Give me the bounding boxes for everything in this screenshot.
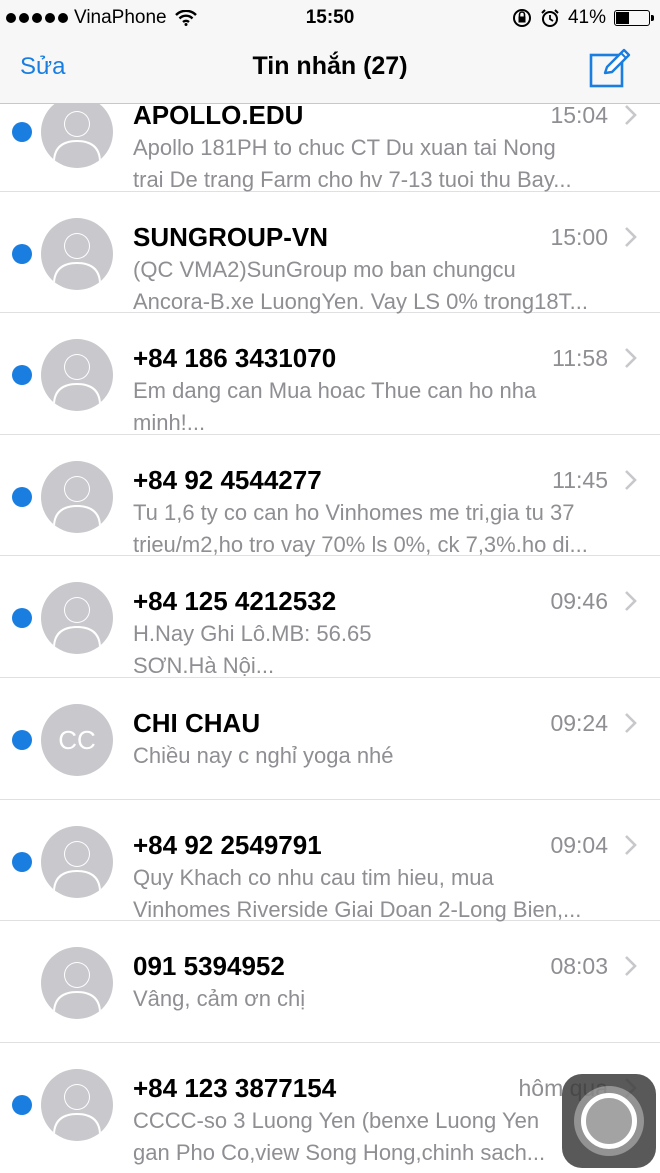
sender-name: +84 92 2549791	[133, 829, 322, 860]
avatar-initials: CC	[58, 724, 96, 755]
sender-name: 091 5394952	[133, 951, 285, 982]
sender-name: SUNGROUP-VN	[133, 221, 329, 252]
message-time: 09:04	[550, 831, 608, 858]
rotation-lock-icon	[512, 9, 531, 27]
avatar	[41, 217, 113, 290]
message-preview: Tu 1,6 ty co can ho Vinhomes me tri,gia …	[133, 497, 633, 561]
chevron-right-icon	[625, 469, 637, 490]
conversation-row[interactable]: +84 186 3431070 11:58 Em dang can Mua hoac…	[0, 313, 660, 435]
sender-name: +84 123 3877154	[133, 1072, 337, 1103]
person-icon	[53, 111, 101, 162]
alarm-icon	[541, 9, 559, 27]
page-title: Tin nhắn (27)	[252, 52, 408, 80]
sender-name: +84 186 3431070	[133, 343, 337, 374]
avatar: CC	[41, 703, 113, 776]
chevron-right-icon	[625, 591, 637, 612]
conversation-row[interactable]: SUNGROUP-VN 15:00 (QC VMA2)SunGroup mo ban…	[0, 192, 660, 314]
sender-name: APOLLO.EDU	[133, 100, 304, 130]
chevron-right-icon	[625, 956, 637, 977]
preview-line: gan Pho Co,view Song Hong,chinh sach...	[133, 1139, 546, 1165]
person-icon	[53, 475, 101, 527]
preview-line: Tu 1,6 ty co can ho Vinhomes me tri,gia …	[133, 499, 575, 525]
preview-line: Vâng, cảm ơn chị	[133, 986, 306, 1012]
conversation-row[interactable]: +84 123 3877154hôm quaCCCC-so 3 Luong Ye…	[0, 1043, 660, 1165]
sender-name: CHI CHAU	[133, 707, 261, 738]
avatar	[41, 460, 113, 533]
message-time: 09:24	[550, 709, 608, 736]
message-time: 08:03	[550, 953, 608, 980]
navigation-bar: Sửa Tin nhắn (27)	[0, 36, 660, 104]
unread-indicator	[12, 486, 32, 507]
assistive-touch-icon[interactable]	[562, 1074, 656, 1168]
avatar	[41, 1068, 113, 1141]
conversation-list: APOLLO.EDU 15:04 Apollo 181PH to chuc CT D…	[0, 70, 660, 1165]
status-bar: VinaPhone 15:50 41%	[0, 0, 660, 36]
message-time: 11:45	[552, 466, 608, 493]
conversation-row[interactable]: +84 92 4544277 11:45 Tu 1,6 ty co can ho V…	[0, 435, 660, 557]
avatar	[41, 947, 113, 1020]
message-preview: Em dang can Mua hoac Thue can ho nha minh…	[133, 375, 633, 439]
message-preview: CCCC-so 3 Luong Yen (benxe Luong Yen gan …	[133, 1105, 633, 1169]
unread-indicator	[12, 122, 32, 142]
preview-line: Apollo 181PH to chuc CT Du xuan tai Nong	[133, 135, 556, 160]
person-icon	[53, 962, 101, 1014]
preview-line: Em dang can Mua hoac Thue can ho nha	[133, 378, 537, 404]
compose-icon[interactable]	[588, 46, 632, 90]
person-icon	[53, 597, 101, 649]
unread-indicator	[12, 608, 32, 629]
message-preview: Apollo 181PH to chuc CT Du xuan tai Nong…	[133, 132, 633, 196]
avatar	[41, 825, 113, 898]
unread-indicator	[12, 243, 32, 264]
unread-indicator	[12, 365, 32, 386]
preview-line: CCCC-so 3 Luong Yen (benxe Luong Yen	[133, 1107, 540, 1133]
battery-percent: 41%	[567, 7, 606, 28]
message-preview: Chiều nay c nghỉ yoga nhé	[133, 740, 633, 772]
message-time: 11:58	[552, 345, 608, 372]
conversation-row[interactable]: 091 5394952 08:03 Vâng, cảm ơn chị	[0, 921, 660, 1043]
preview-line: H.Nay Ghi Lô.MB: 56.65	[133, 621, 372, 647]
person-icon	[53, 1083, 101, 1135]
avatar	[41, 96, 113, 168]
avatar	[41, 582, 113, 655]
chevron-right-icon	[625, 105, 637, 125]
chevron-right-icon	[625, 713, 637, 733]
conversation-row[interactable]: CC CHI CHAU 09:24 Chiều nay c nghỉ yoga nhé	[0, 678, 660, 800]
sender-name: +84 92 4544277	[133, 464, 322, 495]
preview-line: Quy Khach co nhu cau tim hieu, mua	[133, 864, 494, 890]
chevron-right-icon	[625, 834, 637, 855]
message-preview: H.Nay Ghi Lô.MB: 56.65 SƠN.Hà Nội...	[133, 618, 633, 682]
message-time: 09:46	[550, 588, 608, 615]
conversation-row[interactable]: +84 125 4212532 09:46 H.Nay Ghi Lô.MB: 56.…	[0, 556, 660, 678]
person-icon	[53, 232, 101, 284]
chevron-right-icon	[625, 348, 637, 369]
person-icon	[53, 840, 101, 892]
preview-line: (QC VMA2)SunGroup mo ban chungcu	[133, 256, 516, 282]
message-time: 15:04	[550, 102, 608, 128]
message-preview: Vâng, cảm ơn chị	[133, 983, 633, 1015]
battery-level	[616, 12, 629, 24]
avatar	[41, 339, 113, 412]
person-icon	[53, 354, 101, 406]
chevron-right-icon	[625, 226, 637, 247]
message-time: 15:00	[550, 223, 608, 250]
unread-indicator	[12, 851, 32, 872]
battery-icon	[614, 10, 654, 26]
unread-indicator	[12, 729, 32, 750]
message-preview: Quy Khach co nhu cau tim hieu, mua Vinhom…	[133, 862, 633, 926]
status-right: 41%	[512, 7, 654, 29]
sender-name: +84 125 4212532	[133, 586, 337, 617]
unread-indicator	[12, 1094, 32, 1115]
preview-line: Chiều nay c nghỉ yoga nhé	[133, 742, 394, 768]
conversation-row[interactable]: +84 92 2549791 09:04 Quy Khach co nhu cau …	[0, 800, 660, 922]
message-preview: (QC VMA2)SunGroup mo ban chungcu Ancora-B…	[133, 254, 633, 318]
